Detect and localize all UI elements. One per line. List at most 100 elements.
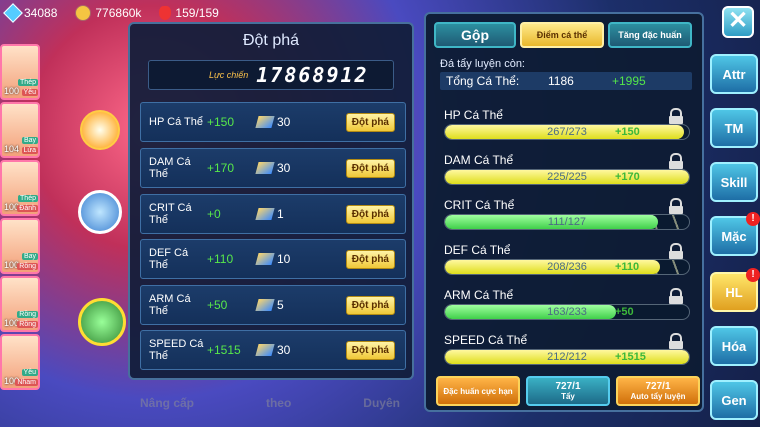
lock-icon[interactable] <box>669 198 683 214</box>
row-bonus: +110 <box>207 252 234 266</box>
iv-tabs: Gộp Điểm cá thể Tăng đặc huấn <box>426 14 702 48</box>
row-count: 10 <box>277 252 291 266</box>
stones-remaining-label: Đá tẩy luyện còn: <box>440 58 525 70</box>
side-tab-gen[interactable]: Gen <box>710 380 758 420</box>
stat-bar: 225/225 +170 <box>444 169 690 185</box>
stone-icon <box>255 208 275 220</box>
bottom-tabs: Nâng cấp theo Duyên <box>140 396 400 410</box>
row-name: HP Cá Thể <box>149 116 204 128</box>
stone-icon <box>255 299 275 311</box>
row-count: 1 <box>277 207 284 221</box>
side-tab-label: Attr <box>722 66 746 82</box>
lock-icon[interactable] <box>669 108 683 124</box>
row-name: DAM Cá Thể <box>149 156 191 180</box>
stone-icon <box>255 253 275 265</box>
row-bonus: +150 <box>207 115 235 129</box>
stat-name: HP Cá Thể <box>444 108 503 122</box>
power-value: 17868912 <box>256 63 369 87</box>
wash-button[interactable]: 727/1 Tẩy <box>526 376 610 406</box>
tab-follow[interactable]: theo <box>266 396 291 410</box>
row-name: SPEED Cá Thể <box>149 338 204 362</box>
lock-icon[interactable] <box>669 153 683 169</box>
breakthrough-row: SPEED Cá Thể +1515 30 Đột phá <box>140 330 406 370</box>
breakthrough-button[interactable]: Đột phá <box>345 158 395 178</box>
team-slot[interactable]: 104 Bay Lửa <box>0 102 40 158</box>
team-slot[interactable]: 100 Yêu Nham <box>0 334 40 390</box>
side-tab-label: Gen <box>721 392 747 408</box>
side-tab-equip[interactable]: Mặc! <box>710 212 760 256</box>
gold-value: 776860k <box>95 6 142 20</box>
radar-orb-icon[interactable] <box>78 298 126 346</box>
stat-plus: +170 <box>615 171 640 183</box>
side-tab-evolve[interactable]: Hóa <box>710 326 758 366</box>
breakthrough-button[interactable]: Đột phá <box>345 204 395 224</box>
breakthrough-row: CRIT Cá Thể +0 1 Đột phá <box>140 194 406 234</box>
alert-badge: ! <box>746 268 760 282</box>
iv-stat: HP Cá Thể 267/273 +150 <box>444 108 690 140</box>
stat-value: 208/236 <box>547 261 587 273</box>
side-tab-hl[interactable]: HL! <box>710 268 760 312</box>
type-tag: Thép <box>18 195 38 202</box>
breakthrough-panel: Đột phá Lực chiến 17868912 HP Cá Thể +15… <box>128 22 414 380</box>
close-button[interactable]: ✕ <box>722 6 754 38</box>
row-count: 30 <box>277 115 291 129</box>
auto-wash-button[interactable]: 727/1 Auto tẩy luyện <box>616 376 700 406</box>
team-slot[interactable]: 100 Thép Đánh <box>0 160 40 216</box>
side-tab-skill[interactable]: Skill <box>710 162 758 202</box>
combat-power: Lực chiến 17868912 <box>148 60 394 90</box>
total-label: Tổng Cá Thể: <box>446 74 520 88</box>
side-tab-attr[interactable]: Attr <box>710 54 758 94</box>
total-add: +1995 <box>612 74 646 88</box>
item-orb-icon[interactable] <box>80 110 120 150</box>
stat-bar: 267/273 +150 <box>444 124 690 140</box>
stat-bar: 208/236 +110 <box>444 259 690 275</box>
breakthrough-button[interactable]: Đột phá <box>345 295 395 315</box>
team-slot[interactable]: 100 Rồng Rồng <box>0 276 40 332</box>
breakthrough-button[interactable]: Đột phá <box>345 112 395 132</box>
stat-value: 267/273 <box>547 126 587 138</box>
row-count: 30 <box>277 161 291 175</box>
lock-icon[interactable] <box>669 243 683 259</box>
iv-stat: SPEED Cá Thể 212/212 +1515 <box>444 333 690 365</box>
stat-name: ARM Cá Thể <box>444 288 514 302</box>
team-list: 100 Thép Yêu 104 Bay Lửa 100 Thép Đánh 100 Bay R… <box>0 44 40 392</box>
stat-plus: +150 <box>615 126 640 138</box>
row-name: CRIT Cá Thể <box>149 202 192 226</box>
tab-bond[interactable]: Duyên <box>363 396 400 410</box>
bag-orb-icon[interactable] <box>78 190 122 234</box>
tab-merge[interactable]: Gộp <box>434 22 516 48</box>
tab-upgrade[interactable]: Nâng cấp <box>140 396 194 410</box>
row-bonus: +1515 <box>207 343 241 357</box>
extreme-training-button[interactable]: Đặc huấn cực hạn <box>436 376 520 406</box>
stat-plus: +50 <box>615 306 634 318</box>
breakthrough-button[interactable]: Đột phá <box>345 340 395 360</box>
type-tag: Yêu <box>21 369 38 376</box>
lock-icon[interactable] <box>669 288 683 304</box>
iv-stat: CRIT Cá Thể 111/127 <box>444 198 690 230</box>
type-tag: Lửa <box>21 147 38 154</box>
iv-stat: ARM Cá Thể 163/233 +50 <box>444 288 690 320</box>
stat-value: 212/212 <box>547 351 587 363</box>
side-tab-tm[interactable]: TM <box>710 108 758 148</box>
row-count: 5 <box>277 298 284 312</box>
side-tab-label: Hóa <box>721 338 747 354</box>
row-count: 30 <box>277 343 291 357</box>
type-tag: Đánh <box>17 205 38 212</box>
lock-icon[interactable] <box>669 333 683 349</box>
stat-name: CRIT Cá Thể <box>444 198 515 212</box>
type-tag: Bay <box>21 253 38 260</box>
team-slot[interactable]: 100 Bay Rồng <box>0 218 40 274</box>
stat-name: SPEED Cá Thể <box>444 333 528 347</box>
tab-iv-points[interactable]: Điểm cá thể <box>520 22 604 48</box>
side-tab-label: Mặc <box>721 228 747 244</box>
total-iv: Tổng Cá Thể: 1186 +1995 <box>440 72 692 90</box>
breakthrough-button[interactable]: Đột phá <box>345 249 395 269</box>
team-slot[interactable]: 100 Thép Yêu <box>0 44 40 100</box>
tab-special-training[interactable]: Tăng đặc huấn <box>608 22 692 48</box>
side-tab-label: HL <box>725 284 743 300</box>
gold-stat: 776860k <box>75 5 141 21</box>
stat-name: DAM Cá Thể <box>444 153 514 167</box>
type-tag: Bay <box>21 137 38 144</box>
breakthrough-title: Đột phá <box>242 32 300 49</box>
type-tag: Rồng <box>17 311 38 318</box>
